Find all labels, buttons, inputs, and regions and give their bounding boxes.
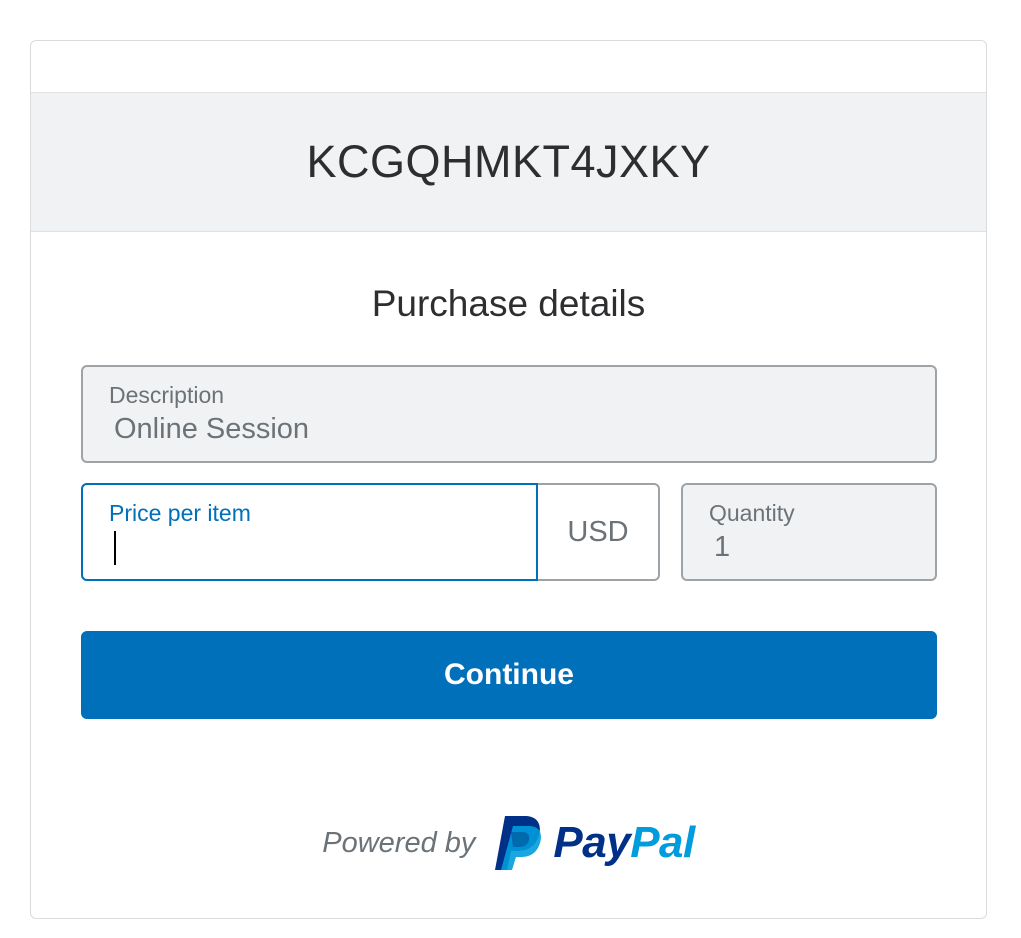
quantity-label: Quantity: [709, 500, 795, 526]
description-label: Description: [109, 382, 225, 408]
price-field: Price per item USD: [81, 483, 660, 581]
page-title: Purchase details: [371, 283, 646, 324]
merchant-header: KCGQHMKT4JXKY: [31, 92, 986, 232]
quantity-field[interactable]: Quantity 1: [681, 483, 937, 581]
continue-button[interactable]: Continue: [81, 631, 937, 719]
text-caret: [114, 531, 116, 565]
powered-by: Powered by PayPal: [31, 813, 986, 873]
price-label: Price per item: [109, 500, 251, 526]
price-input[interactable]: Price per item: [81, 483, 538, 581]
powered-by-text: Powered by: [322, 826, 476, 859]
description-value: Online Session: [114, 413, 310, 445]
quantity-value: 1: [714, 531, 731, 563]
paypal-logo-icon: [495, 816, 542, 870]
description-field[interactable]: Description Online Session: [81, 365, 937, 463]
currency-label: USD: [567, 515, 629, 548]
merchant-id: KCGQHMKT4JXKY: [306, 136, 711, 187]
checkout-card: KCGQHMKT4JXKY Purchase details Descripti…: [30, 40, 987, 919]
paypal-wordmark: PayPal: [553, 818, 695, 867]
